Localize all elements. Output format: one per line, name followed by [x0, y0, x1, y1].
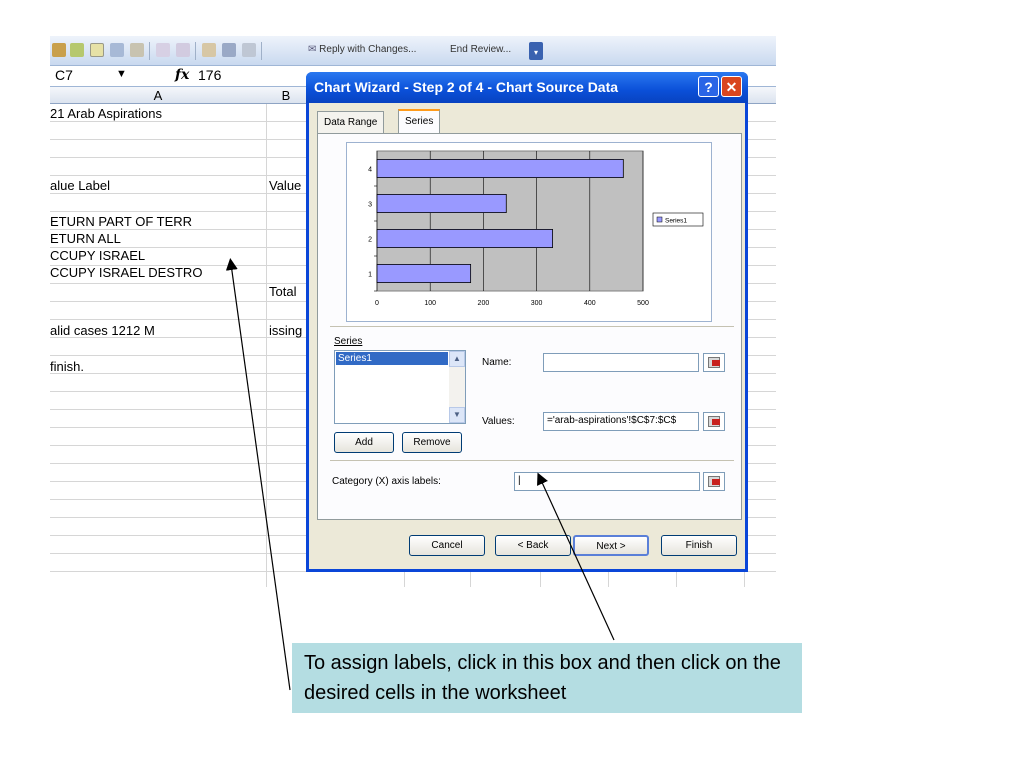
bar	[376, 194, 507, 214]
listbox-scrollbar[interactable]: ▲ ▼	[449, 351, 465, 423]
x-tick-label: 400	[584, 300, 596, 307]
values-field[interactable]: ='arab-aspirations'!$C$7:$C$	[543, 412, 699, 431]
x-tick-label: 100	[424, 300, 436, 307]
series-tab-panel: 0 100 200 300 400 500 1 2 3 4 Series1 Series Serie…	[317, 133, 742, 520]
toolbar-icon[interactable]	[176, 43, 190, 57]
cancel-button[interactable]: Cancel	[409, 535, 485, 556]
category-axis-field[interactable]: |	[514, 472, 700, 491]
x-tick-label: 500	[637, 300, 649, 307]
divider	[330, 460, 734, 461]
toolbar-icon[interactable]	[222, 43, 236, 57]
bar	[376, 158, 624, 179]
y-tick-label: 4	[368, 167, 372, 174]
y-tick-label: 3	[368, 202, 372, 209]
instruction-callout: To assign labels, click in this box and …	[292, 643, 802, 713]
next-button[interactable]: Next >	[573, 535, 649, 556]
callout-text: To assign labels, click in this box and …	[304, 652, 781, 704]
help-button[interactable]: ?	[698, 76, 719, 97]
divider	[330, 326, 734, 327]
end-review-button[interactable]: End Review...	[450, 44, 511, 55]
toolbar-options-dropdown[interactable]: ▾	[529, 42, 543, 60]
back-button[interactable]: < Back	[495, 535, 571, 556]
x-tick-label: 300	[531, 300, 543, 307]
close-button[interactable]: ✕	[721, 76, 742, 97]
finish-button[interactable]: Finish	[661, 535, 737, 556]
column-header-b[interactable]: B	[266, 88, 306, 103]
bar-chart: 0 100 200 300 400 500 1 2 3 4 Series1	[368, 150, 704, 307]
x-tick-label: 0	[375, 300, 379, 307]
series-list-item[interactable]: Series1	[336, 352, 448, 365]
scroll-down-button[interactable]: ▼	[449, 407, 465, 423]
dialog-titlebar[interactable]: Chart Wizard - Step 2 of 4 - Chart Sourc…	[306, 72, 748, 103]
cell-valid-cases[interactable]: alid cases 1212 M	[50, 323, 155, 338]
legend-swatch	[656, 216, 663, 223]
formula-input[interactable]: 176	[198, 67, 221, 83]
toolbar-icon[interactable]	[70, 43, 84, 57]
cell-missing[interactable]: issing	[269, 323, 302, 338]
chart-preview: 0 100 200 300 400 500 1 2 3 4 Series1	[346, 142, 712, 322]
review-toolbar: ✉ Reply with Changes... End Review... ▾	[50, 36, 776, 66]
toolbar-icon[interactable]	[156, 43, 170, 57]
cell-row-label[interactable]: ETURN ALL	[50, 231, 121, 246]
legend-label: Series1	[665, 218, 687, 225]
grid-line	[266, 104, 267, 587]
toolbar-icon[interactable]	[202, 43, 216, 57]
remove-series-button[interactable]: Remove	[402, 432, 462, 453]
tab-series[interactable]: Series	[398, 109, 441, 134]
function-icon[interactable]: fx	[175, 67, 189, 83]
toolbar-icon[interactable]	[52, 43, 66, 57]
toolbar-icon[interactable]	[242, 43, 256, 57]
name-box[interactable]: C7	[55, 67, 73, 83]
tab-data-range[interactable]: Data Range	[317, 111, 385, 133]
toolbar-separator	[149, 42, 150, 60]
cell-value-header[interactable]: Value	[269, 178, 301, 193]
series-group-label: Series	[334, 336, 363, 347]
chevron-down-icon: ▾	[533, 48, 538, 57]
add-series-button[interactable]: Add	[334, 432, 394, 453]
values-label: Values:	[482, 416, 515, 427]
toolbar-icon[interactable]	[130, 43, 144, 57]
cell-row-label[interactable]: CCUPY ISRAEL	[50, 248, 145, 263]
cell-row-label[interactable]: CCUPY ISRAEL DESTRO	[50, 265, 202, 280]
toolbar-icon[interactable]	[110, 43, 124, 57]
collapse-dialog-button[interactable]	[703, 412, 725, 431]
toolbar-icon[interactable]	[90, 43, 104, 57]
cell-a1[interactable]: 21 Arab Aspirations	[50, 106, 162, 121]
category-axis-label: Category (X) axis labels:	[332, 476, 441, 487]
cell-value-label[interactable]: alue Label	[50, 178, 110, 193]
bar	[376, 264, 472, 284]
name-label: Name:	[482, 357, 512, 368]
reply-with-changes-button[interactable]: ✉ Reply with Changes...	[308, 44, 416, 55]
chart-wizard-dialog: Chart Wizard - Step 2 of 4 - Chart Sourc…	[306, 72, 748, 572]
scroll-up-button[interactable]: ▲	[449, 351, 465, 367]
toolbar-separator	[195, 42, 196, 60]
column-header-a[interactable]: A	[50, 88, 266, 103]
chevron-down-icon[interactable]: ▼	[116, 68, 127, 80]
cell-total[interactable]: Total	[269, 284, 296, 299]
cell-finish[interactable]: finish.	[50, 359, 84, 374]
dialog-title: Chart Wizard - Step 2 of 4 - Chart Sourc…	[314, 79, 619, 95]
y-tick-label: 1	[368, 272, 372, 279]
x-tick-label: 200	[478, 300, 490, 307]
toolbar-separator	[261, 42, 262, 60]
name-field[interactable]	[543, 353, 699, 372]
reply-icon: ✉	[308, 44, 317, 55]
bar	[376, 229, 553, 249]
collapse-dialog-button[interactable]	[703, 353, 725, 372]
collapse-dialog-button[interactable]	[703, 472, 725, 491]
y-tick-label: 2	[368, 237, 372, 244]
series-listbox[interactable]: Series1 ▲ ▼	[334, 350, 466, 424]
cell-row-label[interactable]: ETURN PART OF TERR	[50, 214, 192, 229]
